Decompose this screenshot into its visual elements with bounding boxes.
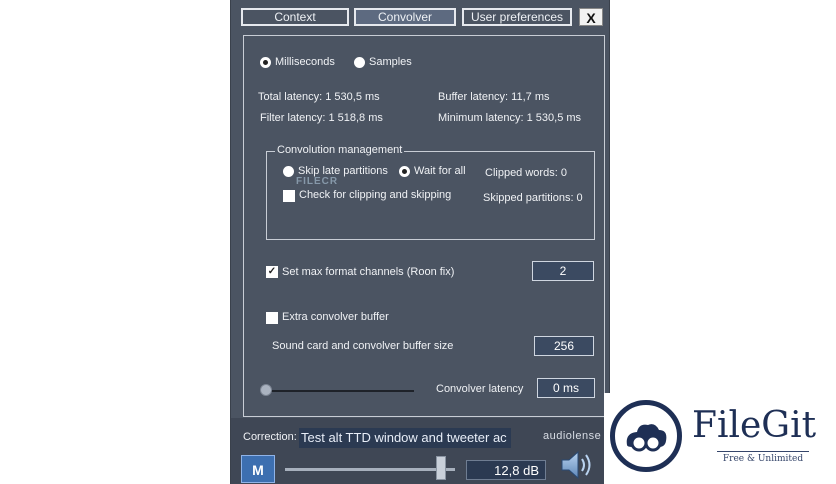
mute-button[interactable]: M [241,455,275,483]
volume-slider-track[interactable] [285,468,455,471]
filegit-title: FileGit [692,405,817,446]
buffer-size-field[interactable]: 256 [534,336,594,356]
convolver-window: Context Convolver User preferences X Mil… [230,0,611,484]
audiolense-brand: audiolense [543,430,602,442]
milliseconds-radio[interactable] [260,57,271,68]
convolver-latency-slider-track[interactable] [266,390,414,392]
volume-db-field: 12,8 dB [466,460,546,480]
buffer-latency: Buffer latency: 11,7 ms [438,91,550,103]
clipped-words: Clipped words: 0 [485,167,567,179]
convolver-latency-slider-thumb[interactable] [260,384,272,396]
extra-buffer-checkbox[interactable] [266,312,278,324]
bottom-bar: Correction: Test alt TTD window and twee… [231,418,611,484]
max-channels-field[interactable]: 2 [532,261,594,281]
filegit-logo: FileGit Free & Unlimited [604,393,836,484]
filegit-logo-icon [610,400,682,472]
check-clipping-label: Check for clipping and skipping [299,189,452,201]
filter-latency: Filter latency: 1 518,8 ms [260,112,383,124]
close-button[interactable]: X [579,8,603,26]
tab-user-preferences[interactable]: User preferences [462,8,572,26]
total-latency: Total latency: 1 530,5 ms [258,91,380,103]
milliseconds-label: Milliseconds [275,56,335,68]
correction-label: Correction: [243,431,297,443]
tab-convolver[interactable]: Convolver [354,8,456,26]
convolver-latency-field[interactable]: 0 ms [537,378,595,398]
wait-for-all-radio[interactable] [399,166,410,177]
volume-slider-thumb[interactable] [436,456,447,480]
correction-field[interactable]: Test alt TTD window and tweeter ac [299,428,511,448]
watermark: FILECR [296,176,339,187]
group-title: Convolution management [275,144,405,156]
filegit-tagline: Free & Unlimited [717,451,809,464]
skipped-partitions: Skipped partitions: 0 [483,192,583,204]
screen: Context Convolver User preferences X Mil… [0,0,836,484]
speaker-icon[interactable] [559,448,597,482]
tab-context[interactable]: Context [241,8,349,26]
max-channels-checkbox[interactable]: ✓ [266,266,278,278]
minimum-latency: Minimum latency: 1 530,5 ms [438,112,582,124]
samples-radio[interactable] [354,57,365,68]
max-channels-label: Set max format channels (Roon fix) [282,266,455,278]
convolver-panel: Milliseconds Samples Total latency: 1 53… [243,35,605,417]
convolver-latency-label: Convolver latency [436,383,524,395]
extra-buffer-label: Extra convolver buffer [282,311,389,323]
wait-for-all-label: Wait for all [414,165,466,177]
skip-late-partitions-radio[interactable] [283,166,294,177]
convolution-management-group: Convolution management Skip late partiti… [266,144,595,240]
buffer-size-label: Sound card and convolver buffer size [272,340,454,352]
check-clipping-checkbox[interactable] [283,190,295,202]
samples-label: Samples [369,56,412,68]
